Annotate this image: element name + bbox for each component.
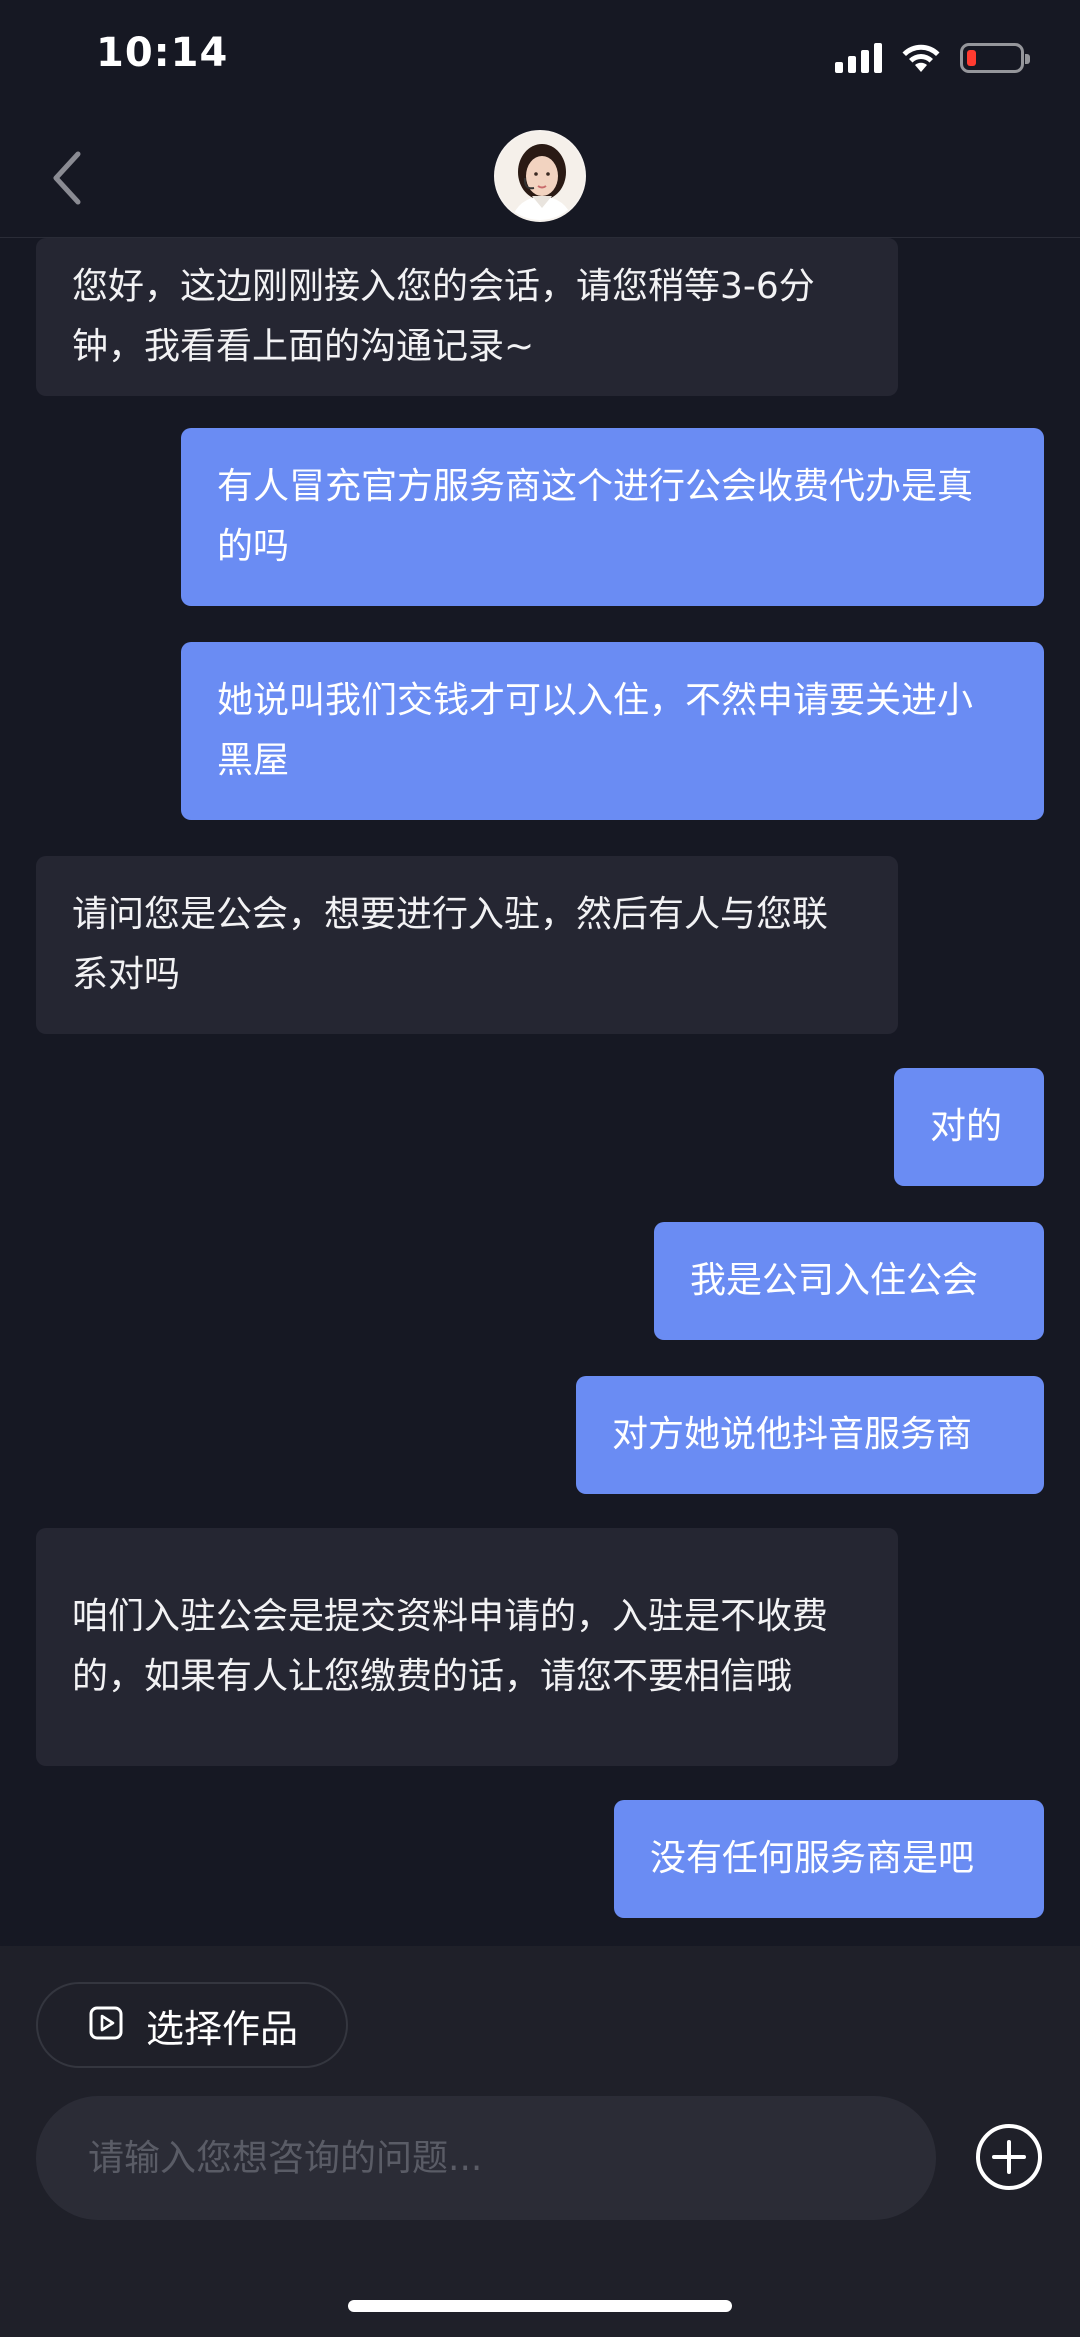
message-bubble-outgoing: 对方她说他抖音服务商 <box>576 1376 1044 1494</box>
select-work-button[interactable]: 选择作品 <box>36 1982 348 2068</box>
status-time: 10:14 <box>96 30 229 76</box>
home-indicator <box>348 2300 732 2312</box>
message-bubble-outgoing: 有人冒充官方服务商这个进行公会收费代办是真的吗 <box>181 428 1044 606</box>
message-bubble-incoming: 请问您是公会，想要进行入驻，然后有人与您联系对吗 <box>36 856 898 1034</box>
message-input-container[interactable] <box>36 2096 936 2220</box>
message-input[interactable] <box>88 2137 908 2179</box>
composer-area: 选择作品 <box>0 1946 1080 2337</box>
message-bubble-outgoing: 她说叫我们交钱才可以入住，不然申请要关进小黑屋 <box>181 642 1044 820</box>
video-play-icon <box>88 2005 124 2045</box>
chat-header <box>0 120 1080 238</box>
message-bubble-outgoing: 我是公司入住公会 <box>654 1222 1044 1340</box>
battery-icon <box>960 43 1030 73</box>
chevron-left-icon[interactable] <box>46 148 90 208</box>
select-work-label: 选择作品 <box>146 2006 299 2051</box>
wifi-icon <box>900 42 942 74</box>
message-bubble-incoming: 您好，这边刚刚接入您的会话，请您稍等3-6分钟，我看看上面的沟通记录~ <box>36 238 898 396</box>
customer-service-avatar[interactable] <box>494 130 586 222</box>
chat-screen: 10:14 您好，这边刚刚接入您的会话，请您稍等3-6分钟，我看看上面的沟通记录… <box>0 0 1080 2337</box>
status-bar: 10:14 <box>0 0 1080 120</box>
plus-circle-icon[interactable] <box>974 2122 1044 2192</box>
status-icons <box>835 38 1030 78</box>
message-list[interactable]: 您好，这边刚刚接入您的会话，请您稍等3-6分钟，我看看上面的沟通记录~ 有人冒充… <box>0 238 1080 1946</box>
battery-level <box>967 50 976 66</box>
message-bubble-outgoing: 对的 <box>894 1068 1044 1186</box>
message-bubble-incoming: 咱们入驻公会是提交资料申请的，入驻是不收费的，如果有人让您缴费的话，请您不要相信… <box>36 1528 898 1766</box>
message-bubble-outgoing: 没有任何服务商是吧 <box>614 1800 1044 1918</box>
cellular-signal-icon <box>835 43 882 73</box>
